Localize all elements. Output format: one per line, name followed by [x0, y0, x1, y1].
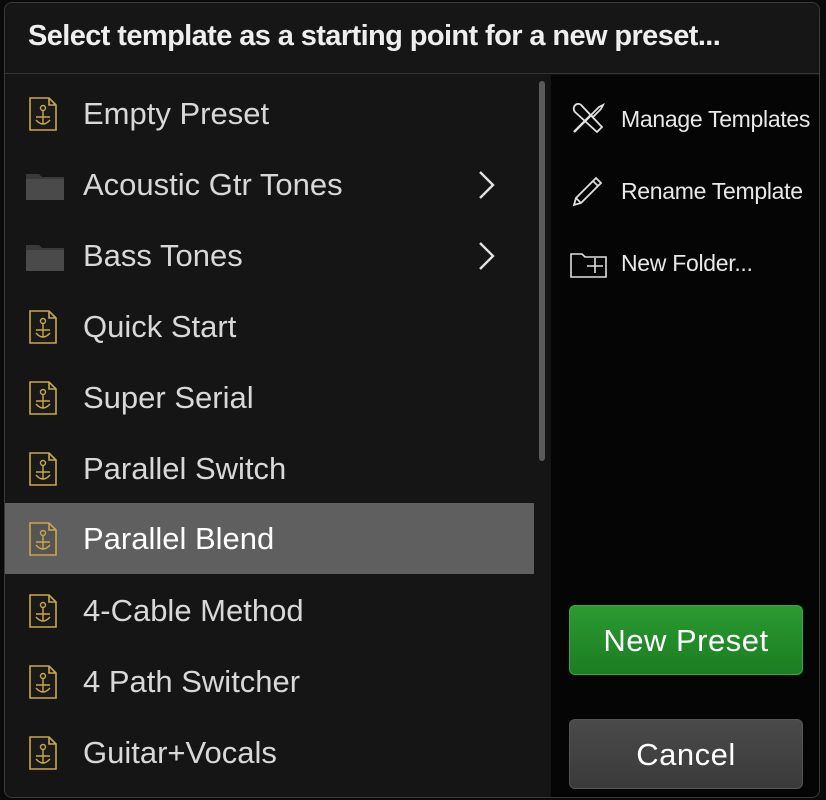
list-item-label: Guitar+Vocals	[83, 735, 277, 770]
list-item-parallel-blend[interactable]: Parallel Blend	[5, 503, 534, 574]
list-item-label: Bass Tones	[83, 238, 243, 273]
new-folder-label: New Folder...	[621, 250, 753, 276]
template-icon	[25, 451, 61, 487]
template-icon	[25, 664, 61, 700]
template-icon	[25, 380, 61, 416]
list-item-empty-preset[interactable]: Empty Preset	[5, 78, 534, 149]
template-icon	[25, 735, 61, 771]
list-item-acoustic-gtr-tones[interactable]: Acoustic Gtr Tones	[5, 149, 534, 220]
list-item-super-serial[interactable]: Super Serial	[5, 362, 534, 433]
new-folder-button[interactable]: New Folder...	[551, 231, 819, 291]
list-item-parallel-switch[interactable]: Parallel Switch	[5, 433, 534, 504]
list-item-quick-start[interactable]: Quick Start	[5, 291, 534, 362]
list-item-label: Parallel Switch	[83, 451, 287, 486]
rename-template-label: Rename Template	[621, 178, 803, 204]
list-item-label: Super Serial	[83, 380, 254, 415]
manage-templates-button[interactable]: Manage Templates	[551, 87, 819, 147]
rename-template-button[interactable]: Rename Template	[551, 159, 819, 219]
template-icon	[25, 96, 61, 132]
chevron-right-icon	[475, 169, 497, 201]
actions-panel: Manage Templates Rename Template New Fol…	[551, 75, 819, 797]
list-item-guitar-vocals[interactable]: Guitar+Vocals	[5, 717, 534, 788]
cancel-button[interactable]: Cancel	[569, 719, 803, 789]
list-item-bass-tones[interactable]: Bass Tones	[5, 220, 534, 291]
dialog-title: Select template as a starting point for …	[28, 20, 721, 52]
list-item-4-cable-method[interactable]: 4-Cable Method	[5, 575, 534, 646]
list-item-label: 4-Cable Method	[83, 593, 304, 628]
chevron-right-icon	[475, 240, 497, 272]
folder-icon	[25, 167, 64, 203]
manage-templates-label: Manage Templates	[621, 106, 811, 132]
pencil-icon	[569, 171, 607, 209]
template-list: Empty Preset Acoustic Gtr Tones Bass Ton…	[5, 75, 550, 797]
template-icon	[25, 593, 61, 629]
new-folder-icon	[569, 243, 607, 281]
list-item-label: Acoustic Gtr Tones	[83, 167, 343, 202]
list-scrollbar[interactable]	[539, 81, 545, 461]
dialog-header: Select template as a starting point for …	[5, 3, 819, 74]
list-item-4-path-switcher[interactable]: 4 Path Switcher	[5, 646, 534, 717]
list-item-label: Quick Start	[83, 309, 237, 344]
new-preset-button[interactable]: New Preset	[569, 605, 803, 675]
list-item-label: Parallel Blend	[83, 521, 275, 556]
list-item-label: 4 Path Switcher	[83, 664, 301, 699]
folder-icon	[25, 238, 64, 274]
new-preset-dialog: Select template as a starting point for …	[4, 2, 820, 798]
template-icon	[25, 521, 61, 557]
template-icon	[25, 309, 61, 345]
list-item-label: Empty Preset	[83, 96, 270, 131]
tools-icon	[569, 99, 607, 137]
